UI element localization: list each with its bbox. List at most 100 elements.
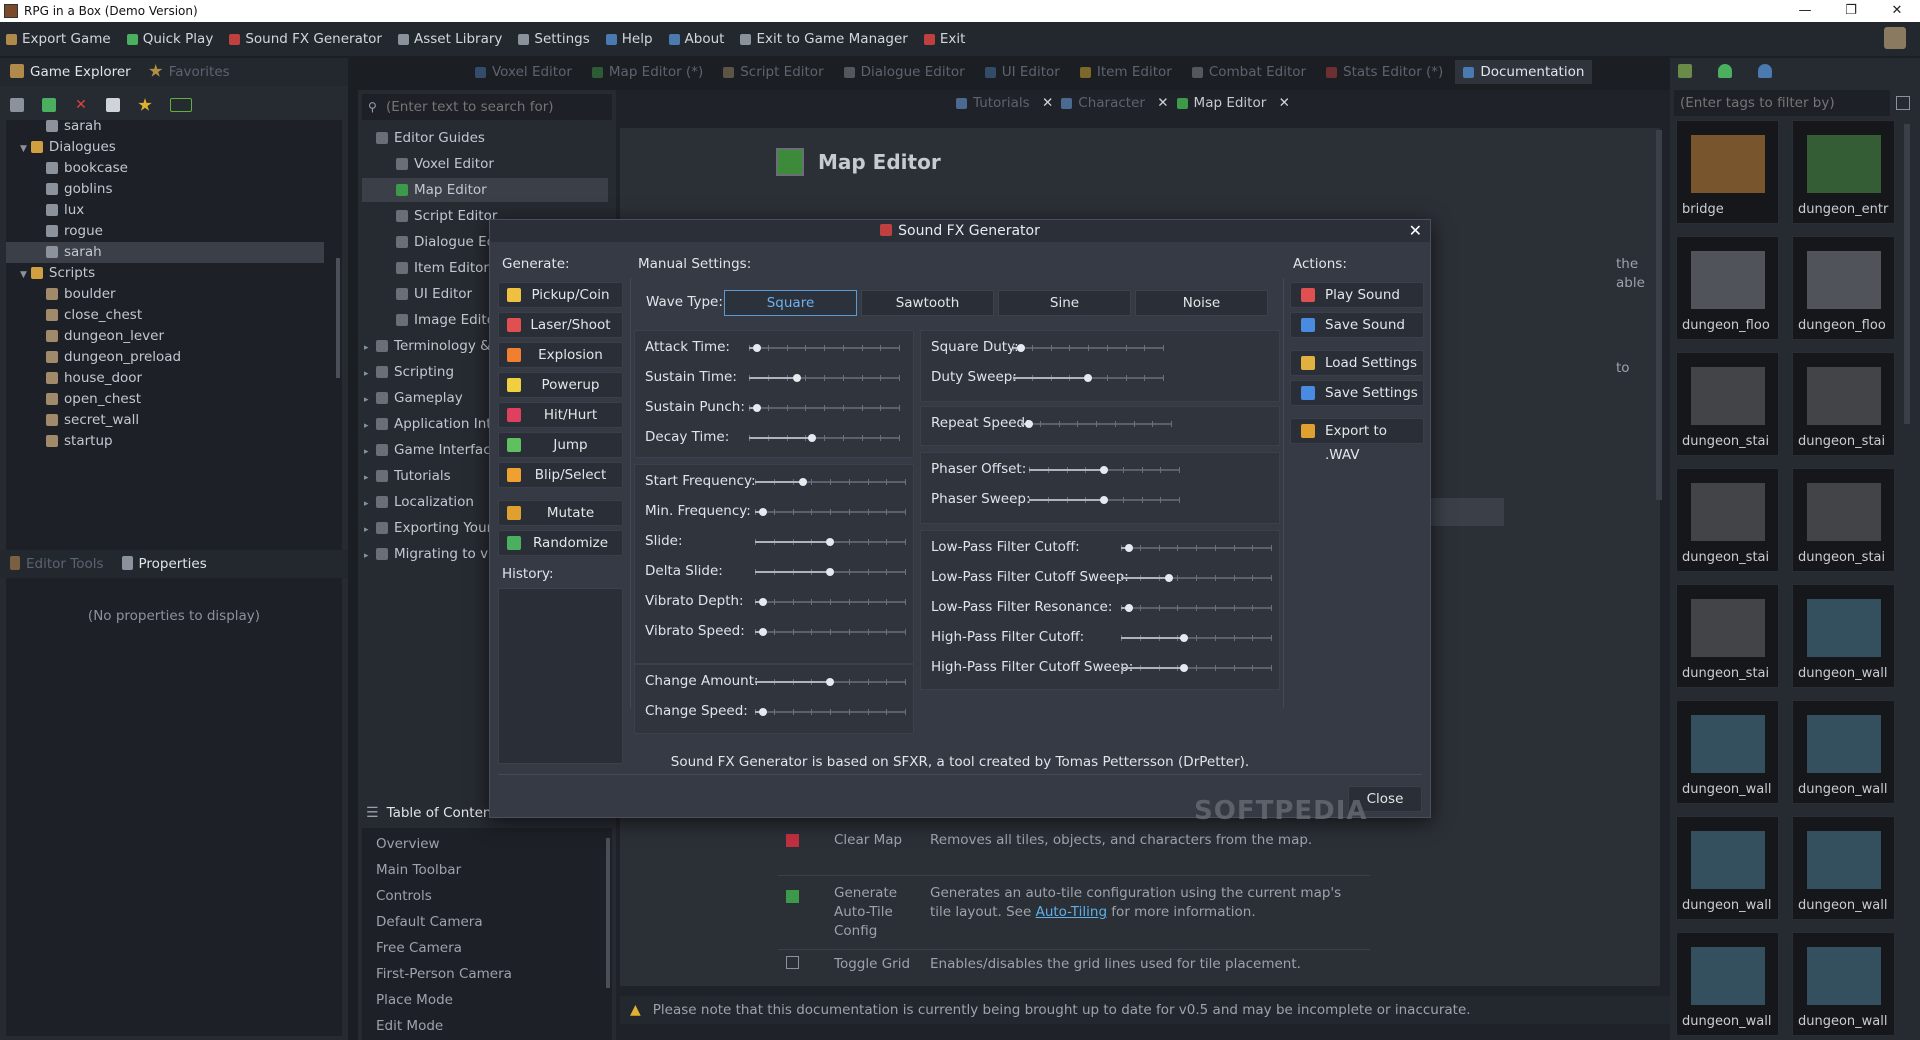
slider-sustain-time[interactable] — [749, 371, 900, 385]
asset-tile[interactable]: dungeon_wall — [1676, 816, 1779, 920]
asset-tile[interactable]: dungeon_wall — [1792, 700, 1895, 804]
chevron-right-icon[interactable]: ▸ — [364, 362, 372, 386]
close-window-button[interactable]: ✕ — [1874, 0, 1920, 22]
asset-tile[interactable]: dungeon_stai — [1676, 468, 1779, 572]
collapse-icon[interactable] — [106, 98, 120, 112]
slider-knob[interactable] — [1165, 574, 1173, 582]
link-icon[interactable] — [170, 98, 192, 112]
slider-knob[interactable] — [1016, 344, 1025, 352]
slider-vibrato-depth[interactable] — [755, 595, 906, 609]
tree-item[interactable]: bookcase — [6, 158, 324, 179]
chevron-right-icon[interactable]: ▸ — [364, 544, 372, 568]
slider-knob[interactable] — [758, 708, 767, 716]
tree-item[interactable]: house_door — [6, 368, 324, 389]
menu-quick-play[interactable]: Quick Play — [126, 31, 213, 47]
characters-tab-icon[interactable] — [1758, 64, 1772, 78]
slider-low-pass-filter-cutoff-sweep[interactable] — [1121, 571, 1272, 585]
tree-folder[interactable]: ▼ Dialogues — [6, 137, 324, 158]
chevron-down-icon[interactable]: ▼ — [20, 270, 27, 280]
tree-item[interactable]: close_chest — [6, 305, 324, 326]
tab-documentation[interactable]: Documentation — [1455, 60, 1593, 84]
slider-knob[interactable] — [758, 508, 767, 516]
chevron-right-icon[interactable]: ▸ — [364, 336, 372, 360]
doc-tab-character[interactable]: Character ✕ — [1061, 95, 1169, 111]
wave-square-button[interactable]: Square — [724, 290, 857, 316]
menu-about[interactable]: About — [668, 31, 724, 47]
asset-tile[interactable]: bridge — [1676, 120, 1779, 224]
slider-knob[interactable] — [1180, 634, 1188, 642]
asset-scrollbar[interactable] — [1904, 124, 1910, 424]
menu-exit[interactable]: Exit — [923, 31, 965, 47]
tab-dialogue-editor[interactable]: Dialogue Editor — [843, 64, 965, 80]
slider-square-duty[interactable] — [1013, 341, 1164, 355]
guide-item[interactable]: Map Editor — [362, 178, 608, 202]
slider-attack-time[interactable] — [749, 341, 900, 355]
tab-properties[interactable]: Properties — [121, 556, 207, 572]
chevron-down-icon[interactable]: ▼ — [20, 144, 27, 154]
slider-knob[interactable] — [826, 678, 834, 686]
toc-item[interactable]: Overview — [376, 836, 440, 852]
slider-vibrato-speed[interactable] — [755, 625, 906, 639]
slider-knob[interactable] — [808, 434, 816, 442]
tab-item-editor[interactable]: Item Editor — [1079, 64, 1172, 80]
slider-knob[interactable] — [1100, 496, 1108, 504]
tree-item[interactable]: secret_wall — [6, 410, 324, 431]
tag-filter-input[interactable] — [1680, 95, 1880, 111]
tab-ui-editor[interactable]: UI Editor — [984, 64, 1060, 80]
generate-blip-select-button[interactable]: Blip/Select — [498, 462, 623, 488]
asset-tile[interactable]: dungeon_floo — [1792, 236, 1895, 340]
guide-item[interactable]: Editor Guides — [362, 126, 608, 150]
clear-filter-icon[interactable] — [1896, 96, 1910, 110]
close-tab-icon[interactable]: ✕ — [1274, 95, 1290, 111]
generate-laser-shoot-button[interactable]: Laser/Shoot — [498, 312, 623, 338]
tiles-tab-icon[interactable] — [1678, 64, 1692, 78]
slider-phaser-offset[interactable] — [1029, 463, 1180, 477]
tab-stats-editor[interactable]: Stats Editor (*) — [1326, 64, 1443, 80]
tree-item[interactable]: dungeon_lever — [6, 326, 324, 347]
objects-tab-icon[interactable] — [1718, 64, 1732, 78]
chevron-right-icon[interactable]: ▸ — [364, 466, 372, 490]
tree-item[interactable]: boulder — [6, 284, 324, 305]
user-icon[interactable] — [1884, 27, 1906, 49]
chevron-right-icon[interactable]: ▸ — [364, 518, 372, 542]
history-list[interactable] — [498, 588, 623, 764]
save-settings-button[interactable]: Save Settings — [1290, 380, 1424, 406]
generate-hit-hurt-button[interactable]: Hit/Hurt — [498, 402, 623, 428]
slider-knob[interactable] — [752, 344, 761, 352]
chevron-right-icon[interactable]: ▸ — [364, 388, 372, 412]
asset-tile[interactable]: dungeon_wall — [1792, 932, 1895, 1036]
toc-item[interactable]: Place Mode — [376, 992, 453, 1008]
tree-item[interactable]: lux — [6, 200, 324, 221]
minimize-button[interactable]: — — [1782, 0, 1828, 22]
generate-powerup-button[interactable]: Powerup — [498, 372, 623, 398]
wave-noise-button[interactable]: Noise — [1135, 290, 1268, 316]
load-settings-button[interactable]: Load Settings — [1290, 350, 1424, 376]
tree-item[interactable]: sarah — [6, 120, 324, 137]
slider-decay-time[interactable] — [749, 431, 900, 445]
dialog-close-icon[interactable]: ✕ — [1409, 220, 1422, 242]
close-tab-icon[interactable]: ✕ — [1038, 95, 1053, 111]
slider-high-pass-filter-cutoff[interactable] — [1121, 631, 1272, 645]
asset-tile[interactable]: dungeon_stai — [1792, 352, 1895, 456]
toc-item[interactable]: Main Toolbar — [376, 862, 461, 878]
slider-sustain-punch[interactable] — [749, 401, 900, 415]
slider-knob[interactable] — [793, 374, 801, 382]
save-sound-button[interactable]: Save Sound — [1290, 312, 1424, 338]
wave-sine-button[interactable]: Sine — [998, 290, 1131, 316]
slider-min-frequency[interactable] — [755, 505, 906, 519]
toc-item[interactable]: Edit Mode — [376, 1018, 443, 1034]
asset-tile[interactable]: dungeon_stai — [1676, 584, 1779, 688]
slider-slide[interactable] — [755, 535, 906, 549]
tab-script-editor[interactable]: Script Editor — [723, 64, 824, 80]
slider-knob[interactable] — [1100, 466, 1108, 474]
doc-tab-tutorials[interactable]: Tutorials ✕ — [956, 95, 1053, 111]
menu-exit-to-game-manager[interactable]: Exit to Game Manager — [740, 31, 908, 47]
generate-explosion-button[interactable]: Explosion — [498, 342, 623, 368]
tree-item[interactable]: goblins — [6, 179, 324, 200]
generate-jump-button[interactable]: Jump — [498, 432, 623, 458]
asset-tile[interactable]: dungeon_stai — [1676, 352, 1779, 456]
close-tab-icon[interactable]: ✕ — [1153, 95, 1168, 111]
asset-tile[interactable]: dungeon_wall — [1676, 932, 1779, 1036]
slider-knob[interactable] — [758, 598, 767, 606]
refresh-icon[interactable] — [42, 98, 56, 112]
